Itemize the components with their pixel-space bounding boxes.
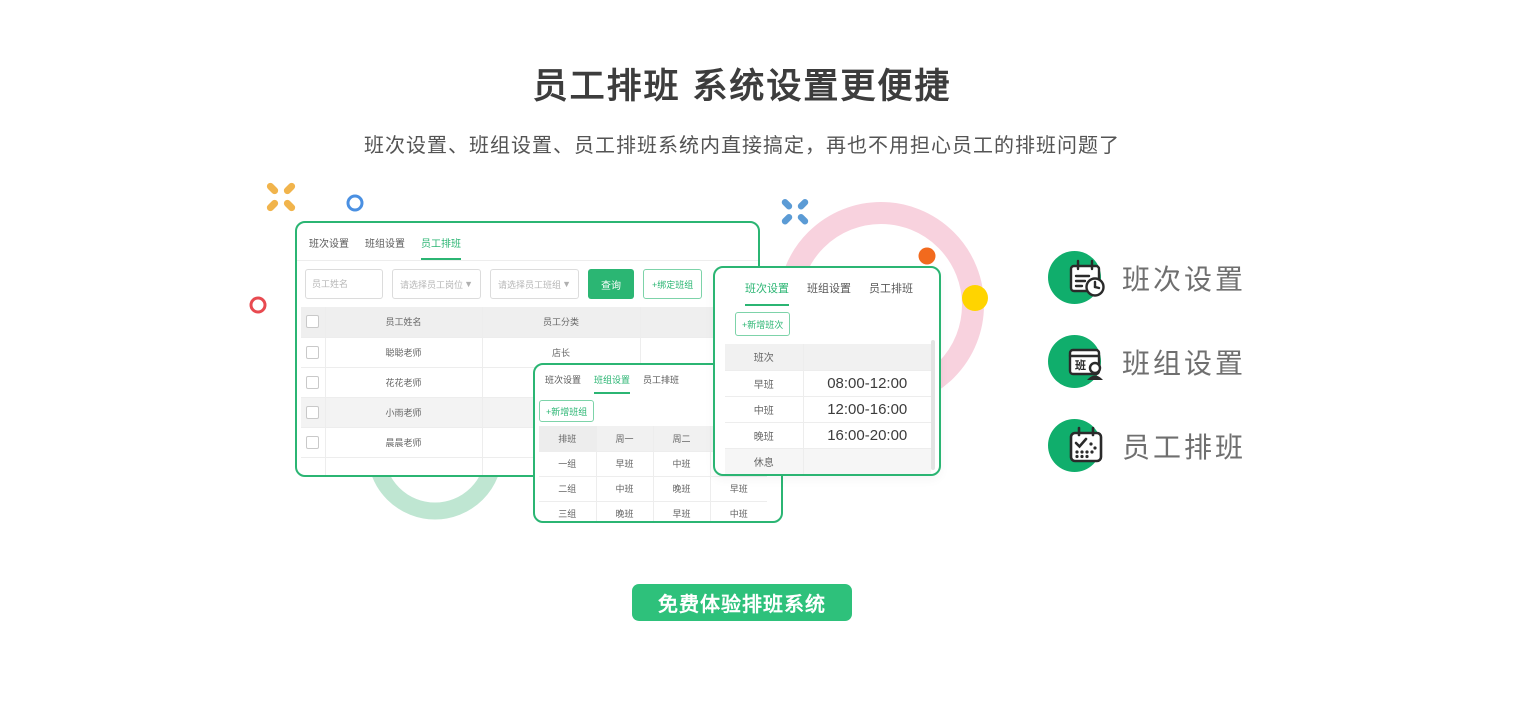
add-group-button[interactable]: +新增班组	[539, 400, 594, 422]
calendar-check-icon	[1048, 418, 1110, 474]
calendar-team-icon: 班	[1048, 334, 1110, 390]
shift-card-tabs: 班次设置 班组设置 员工排班	[715, 268, 939, 306]
yellow-dot-decoration	[962, 285, 988, 311]
table-row: 二组 中班 晚班 早班	[539, 476, 767, 501]
table-row: 早班 08:00-12:00	[725, 370, 931, 396]
search-button[interactable]: 查询	[588, 269, 634, 299]
row-checkbox[interactable]	[306, 436, 319, 449]
blue-flower-icon	[779, 196, 811, 228]
bind-group-button[interactable]: +绑定班组	[643, 269, 702, 299]
row-checkbox[interactable]	[306, 376, 319, 389]
table-scrollbar[interactable]	[931, 340, 935, 470]
shift-settings-card: 班次设置 班组设置 员工排班 +新增班次 班次 早班 08:00-12:00 中…	[713, 266, 941, 476]
feature-item-group-settings: 班 班组设置	[1048, 334, 1246, 390]
tab-staff-scheduling[interactable]: 员工排班	[869, 280, 913, 306]
tab-shift-settings[interactable]: 班次设置	[745, 280, 789, 306]
staff-card-tabs: 班次设置 班组设置 员工排班	[297, 223, 758, 261]
orange-dot-decoration	[918, 247, 936, 265]
blue-circle-decoration	[344, 192, 366, 214]
free-trial-button[interactable]: 免费体验排班系统	[632, 584, 852, 621]
column-header: 员工姓名	[325, 307, 482, 337]
position-select[interactable]: 请选择员工岗位 ▼	[392, 269, 481, 299]
calendar-clock-icon	[1048, 250, 1110, 306]
row-checkbox[interactable]	[306, 406, 319, 419]
tab-shift-settings[interactable]: 班次设置	[309, 235, 349, 260]
tab-staff-scheduling[interactable]: 员工排班	[421, 235, 461, 260]
orange-flower-icon	[263, 179, 299, 215]
add-shift-button[interactable]: +新增班次	[735, 312, 790, 336]
tab-group-settings[interactable]: 班组设置	[807, 280, 851, 306]
page-subtitle: 班次设置、班组设置、员工排班系统内直接搞定，再也不用担心员工的排班问题了	[0, 129, 1484, 158]
feature-item-staff-scheduling: 员工排班	[1048, 418, 1246, 474]
svg-text:班: 班	[1075, 358, 1086, 372]
tab-shift-settings[interactable]: 班次设置	[545, 373, 581, 394]
tab-staff-scheduling[interactable]: 员工排班	[643, 373, 679, 394]
staff-filter-bar: 请选择员工岗位 ▼ 请选择员工班组 ▼ 查询 +绑定班组	[297, 261, 758, 307]
shift-table-header-row: 班次	[725, 344, 931, 370]
shift-times-table: 班次 早班 08:00-12:00 中班 12:00-16:00 晚班 16:0…	[725, 344, 931, 474]
row-checkbox[interactable]	[306, 346, 319, 359]
feature-label: 班次设置	[1122, 258, 1246, 298]
column-header: 员工分类	[482, 307, 640, 337]
table-row: 晚班 16:00-20:00	[725, 422, 931, 448]
red-circle-decoration	[247, 294, 269, 316]
select-all-checkbox[interactable]	[306, 315, 319, 328]
staff-table-header-row: 员工姓名 员工分类	[301, 307, 757, 337]
tab-group-settings[interactable]: 班组设置	[594, 373, 630, 394]
table-row: 三组 晚班 早班 中班	[539, 501, 767, 523]
landing-section: 员工排班 系统设置更便捷 班次设置、班组设置、员工排班系统内直接搞定，再也不用担…	[0, 0, 1516, 701]
tab-group-settings[interactable]: 班组设置	[365, 235, 405, 260]
group-select[interactable]: 请选择员工班组 ▼	[490, 269, 579, 299]
feature-label: 员工排班	[1122, 426, 1246, 466]
feature-item-shift-settings: 班次设置	[1048, 250, 1246, 306]
table-row: 休息	[725, 448, 931, 474]
hero: 员工排班 系统设置更便捷 班次设置、班组设置、员工排班系统内直接搞定，再也不用担…	[0, 0, 1484, 158]
table-row: 中班 12:00-16:00	[725, 396, 931, 422]
chevron-down-icon: ▼	[562, 279, 571, 289]
staff-name-input[interactable]	[305, 269, 383, 299]
page-title: 员工排班 系统设置更便捷	[0, 58, 1484, 109]
chevron-down-icon: ▼	[464, 279, 473, 289]
feature-label: 班组设置	[1122, 342, 1246, 382]
